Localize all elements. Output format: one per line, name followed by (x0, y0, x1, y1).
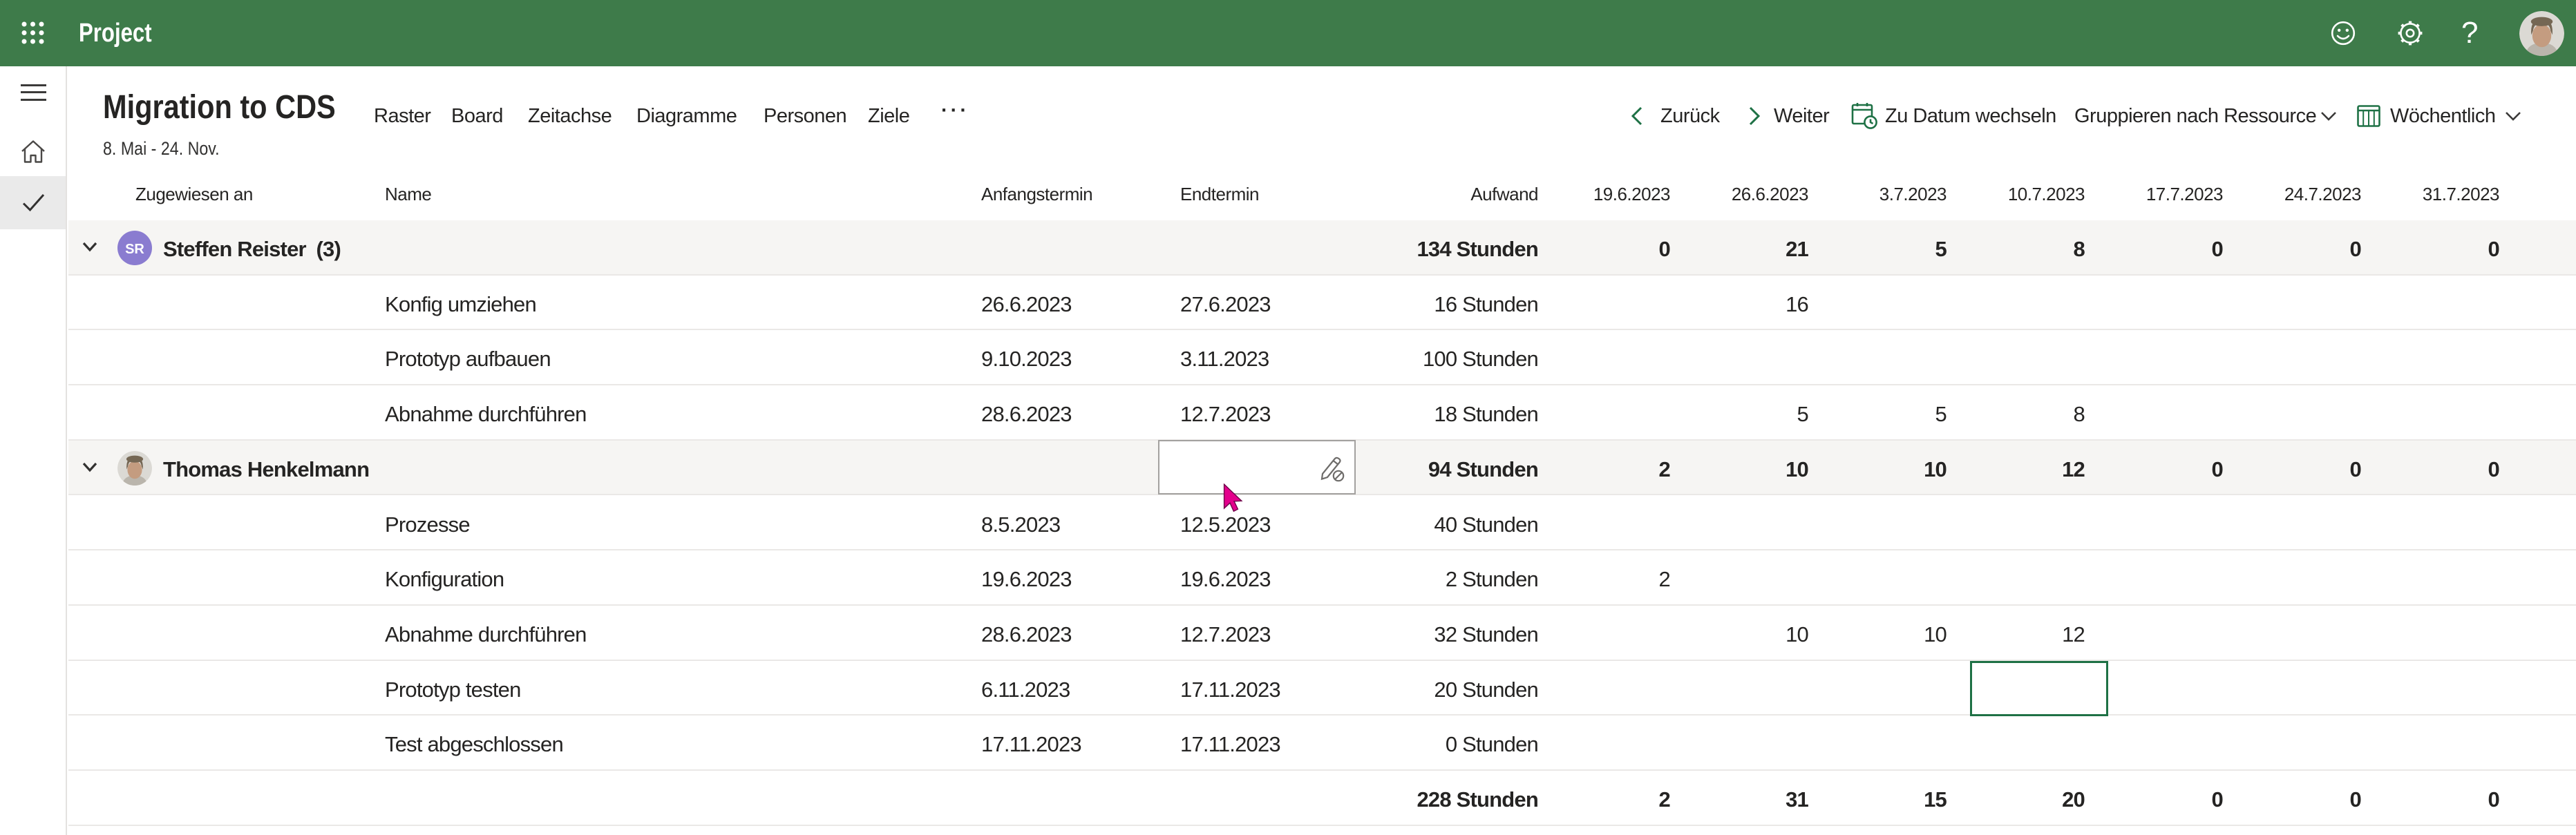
svg-text:SR: SR (125, 242, 144, 257)
